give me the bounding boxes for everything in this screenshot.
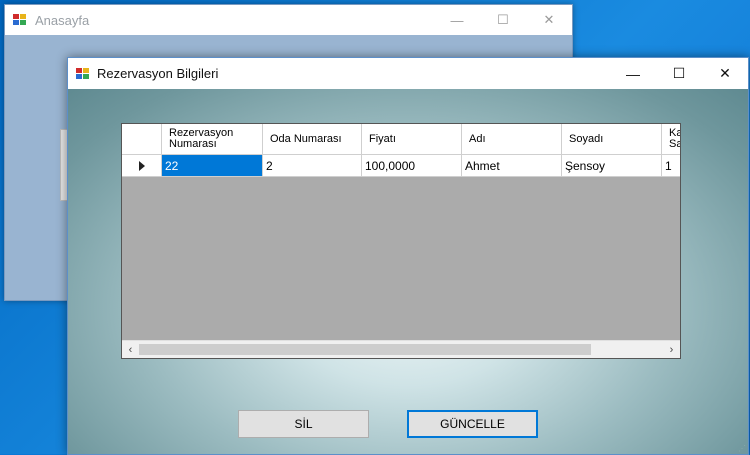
- table-cell[interactable]: 1: [662, 155, 680, 177]
- table-cell[interactable]: 2: [263, 155, 362, 177]
- close-button[interactable]: ✕: [526, 5, 572, 35]
- column-header[interactable]: Rezervasyon Numarası: [162, 124, 263, 155]
- horizontal-scrollbar[interactable]: ‹ ›: [122, 340, 680, 358]
- maximize-button[interactable]: ☐: [656, 58, 702, 89]
- reservation-window-title: Rezervasyon Bilgileri: [97, 66, 219, 81]
- column-header[interactable]: Soyadı: [562, 124, 662, 155]
- column-header[interactable]: Oda Numarası: [263, 124, 362, 155]
- maximize-button[interactable]: ☐: [480, 5, 526, 35]
- close-button[interactable]: ✕: [702, 58, 748, 89]
- scroll-thumb[interactable]: [139, 344, 591, 355]
- table-cell[interactable]: 100,0000: [362, 155, 462, 177]
- current-row-indicator-icon: [138, 160, 145, 171]
- grid-header-row: Rezervasyon Numarası Oda Numarası Fiyatı…: [122, 124, 680, 155]
- table-cell[interactable]: 22: [162, 155, 263, 177]
- reservation-client-area: Rezervasyon Numarası Oda Numarası Fiyatı…: [68, 89, 748, 454]
- reservation-window-titlebar[interactable]: Rezervasyon Bilgileri — ☐ ✕: [68, 58, 748, 89]
- scroll-right-icon[interactable]: ›: [663, 341, 680, 358]
- row-header[interactable]: [122, 155, 162, 177]
- grid-corner-header[interactable]: [122, 124, 162, 155]
- update-button[interactable]: GÜNCELLE: [407, 410, 538, 438]
- scroll-left-icon[interactable]: ‹: [122, 341, 139, 358]
- reservation-window: Rezervasyon Bilgileri — ☐ ✕ Rezervasyon …: [67, 57, 749, 455]
- column-header[interactable]: Ka Sa: [662, 124, 680, 155]
- app-icon: [76, 67, 90, 80]
- delete-button[interactable]: SİL: [238, 410, 369, 438]
- minimize-button[interactable]: —: [610, 58, 656, 89]
- main-window-title: Anasayfa: [35, 12, 90, 28]
- reservations-grid[interactable]: Rezervasyon Numarası Oda Numarası Fiyatı…: [121, 123, 681, 359]
- column-header[interactable]: Adı: [462, 124, 562, 155]
- resize-grip-icon[interactable]: ⋰: [738, 444, 746, 453]
- table-cell[interactable]: Şensoy: [562, 155, 662, 177]
- minimize-button[interactable]: —: [434, 5, 480, 35]
- column-header[interactable]: Fiyatı: [362, 124, 462, 155]
- main-window-titlebar[interactable]: Anasayfa — ☐ ✕: [5, 5, 572, 35]
- table-cell[interactable]: Ahmet: [462, 155, 562, 177]
- app-icon: [13, 14, 27, 26]
- table-row[interactable]: 22 2 100,0000 Ahmet Şensoy 1: [122, 155, 680, 177]
